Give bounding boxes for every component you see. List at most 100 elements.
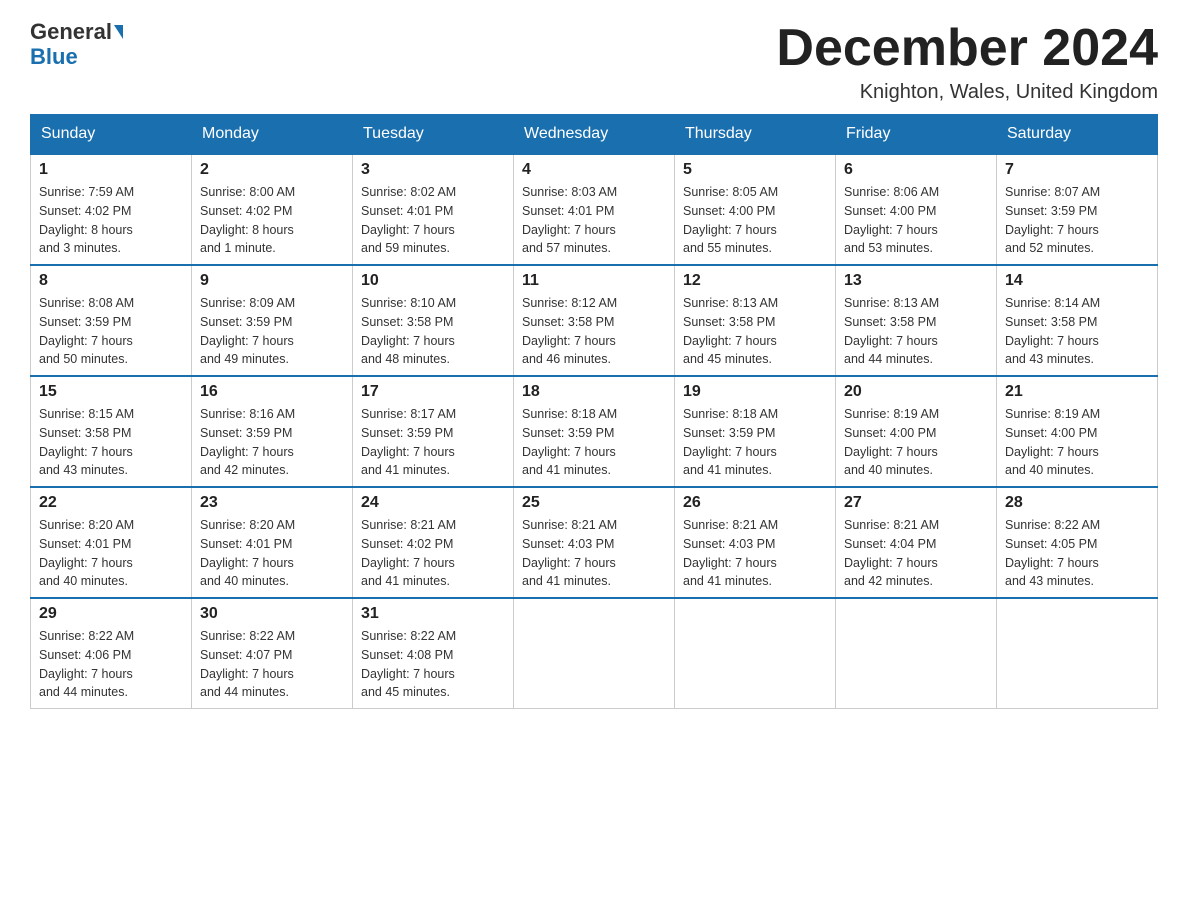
calendar-cell: 31 Sunrise: 8:22 AMSunset: 4:08 PMDaylig… — [353, 598, 514, 709]
day-info: Sunrise: 8:22 AMSunset: 4:08 PMDaylight:… — [361, 627, 505, 702]
day-number: 10 — [361, 272, 505, 290]
day-info: Sunrise: 8:21 AMSunset: 4:04 PMDaylight:… — [844, 516, 988, 591]
calendar-cell: 23 Sunrise: 8:20 AMSunset: 4:01 PMDaylig… — [192, 487, 353, 598]
calendar-cell: 1 Sunrise: 7:59 AMSunset: 4:02 PMDayligh… — [31, 154, 192, 265]
calendar-cell: 27 Sunrise: 8:21 AMSunset: 4:04 PMDaylig… — [836, 487, 997, 598]
day-info: Sunrise: 8:00 AMSunset: 4:02 PMDaylight:… — [200, 183, 344, 258]
calendar-cell: 21 Sunrise: 8:19 AMSunset: 4:00 PMDaylig… — [997, 376, 1158, 487]
calendar-cell: 18 Sunrise: 8:18 AMSunset: 3:59 PMDaylig… — [514, 376, 675, 487]
calendar-cell — [514, 598, 675, 709]
day-info: Sunrise: 8:07 AMSunset: 3:59 PMDaylight:… — [1005, 183, 1149, 258]
calendar-cell: 28 Sunrise: 8:22 AMSunset: 4:05 PMDaylig… — [997, 487, 1158, 598]
day-number: 20 — [844, 383, 988, 401]
calendar-cell: 16 Sunrise: 8:16 AMSunset: 3:59 PMDaylig… — [192, 376, 353, 487]
day-info: Sunrise: 8:21 AMSunset: 4:03 PMDaylight:… — [522, 516, 666, 591]
day-info: Sunrise: 8:02 AMSunset: 4:01 PMDaylight:… — [361, 183, 505, 258]
calendar-cell: 9 Sunrise: 8:09 AMSunset: 3:59 PMDayligh… — [192, 265, 353, 376]
day-info: Sunrise: 8:22 AMSunset: 4:06 PMDaylight:… — [39, 627, 183, 702]
day-number: 12 — [683, 272, 827, 290]
day-info: Sunrise: 8:21 AMSunset: 4:02 PMDaylight:… — [361, 516, 505, 591]
header-wednesday: Wednesday — [514, 115, 675, 155]
day-number: 15 — [39, 383, 183, 401]
logo: General Blue — [30, 20, 123, 70]
day-number: 7 — [1005, 161, 1149, 179]
calendar-cell: 15 Sunrise: 8:15 AMSunset: 3:58 PMDaylig… — [31, 376, 192, 487]
calendar-cell: 29 Sunrise: 8:22 AMSunset: 4:06 PMDaylig… — [31, 598, 192, 709]
day-info: Sunrise: 8:22 AMSunset: 4:05 PMDaylight:… — [1005, 516, 1149, 591]
day-number: 1 — [39, 161, 183, 179]
calendar-cell: 11 Sunrise: 8:12 AMSunset: 3:58 PMDaylig… — [514, 265, 675, 376]
calendar-cell: 26 Sunrise: 8:21 AMSunset: 4:03 PMDaylig… — [675, 487, 836, 598]
calendar-cell: 30 Sunrise: 8:22 AMSunset: 4:07 PMDaylig… — [192, 598, 353, 709]
calendar-cell: 6 Sunrise: 8:06 AMSunset: 4:00 PMDayligh… — [836, 154, 997, 265]
calendar-cell: 10 Sunrise: 8:10 AMSunset: 3:58 PMDaylig… — [353, 265, 514, 376]
day-number: 26 — [683, 494, 827, 512]
calendar-cell: 5 Sunrise: 8:05 AMSunset: 4:00 PMDayligh… — [675, 154, 836, 265]
calendar-cell: 20 Sunrise: 8:19 AMSunset: 4:00 PMDaylig… — [836, 376, 997, 487]
day-number: 27 — [844, 494, 988, 512]
day-info: Sunrise: 8:09 AMSunset: 3:59 PMDaylight:… — [200, 294, 344, 369]
day-number: 2 — [200, 161, 344, 179]
header-monday: Monday — [192, 115, 353, 155]
logo-triangle-icon — [114, 25, 123, 39]
calendar-cell: 4 Sunrise: 8:03 AMSunset: 4:01 PMDayligh… — [514, 154, 675, 265]
calendar-cell: 24 Sunrise: 8:21 AMSunset: 4:02 PMDaylig… — [353, 487, 514, 598]
day-info: Sunrise: 8:10 AMSunset: 3:58 PMDaylight:… — [361, 294, 505, 369]
day-number: 9 — [200, 272, 344, 290]
day-number: 31 — [361, 605, 505, 623]
day-info: Sunrise: 8:12 AMSunset: 3:58 PMDaylight:… — [522, 294, 666, 369]
day-info: Sunrise: 8:22 AMSunset: 4:07 PMDaylight:… — [200, 627, 344, 702]
title-block: December 2024 Knighton, Wales, United Ki… — [776, 20, 1158, 104]
calendar-cell: 25 Sunrise: 8:21 AMSunset: 4:03 PMDaylig… — [514, 487, 675, 598]
day-number: 11 — [522, 272, 666, 290]
day-number: 24 — [361, 494, 505, 512]
day-info: Sunrise: 8:13 AMSunset: 3:58 PMDaylight:… — [844, 294, 988, 369]
week-row-1: 1 Sunrise: 7:59 AMSunset: 4:02 PMDayligh… — [31, 154, 1158, 265]
day-info: Sunrise: 8:06 AMSunset: 4:00 PMDaylight:… — [844, 183, 988, 258]
calendar-cell: 12 Sunrise: 8:13 AMSunset: 3:58 PMDaylig… — [675, 265, 836, 376]
day-info: Sunrise: 8:21 AMSunset: 4:03 PMDaylight:… — [683, 516, 827, 591]
day-number: 5 — [683, 161, 827, 179]
day-number: 18 — [522, 383, 666, 401]
day-number: 23 — [200, 494, 344, 512]
week-row-3: 15 Sunrise: 8:15 AMSunset: 3:58 PMDaylig… — [31, 376, 1158, 487]
day-number: 14 — [1005, 272, 1149, 290]
calendar-cell: 8 Sunrise: 8:08 AMSunset: 3:59 PMDayligh… — [31, 265, 192, 376]
calendar-cell: 19 Sunrise: 8:18 AMSunset: 3:59 PMDaylig… — [675, 376, 836, 487]
day-number: 28 — [1005, 494, 1149, 512]
day-info: Sunrise: 8:14 AMSunset: 3:58 PMDaylight:… — [1005, 294, 1149, 369]
calendar-cell: 3 Sunrise: 8:02 AMSunset: 4:01 PMDayligh… — [353, 154, 514, 265]
day-info: Sunrise: 8:19 AMSunset: 4:00 PMDaylight:… — [844, 405, 988, 480]
day-number: 17 — [361, 383, 505, 401]
day-info: Sunrise: 8:18 AMSunset: 3:59 PMDaylight:… — [683, 405, 827, 480]
calendar-cell — [675, 598, 836, 709]
header-saturday: Saturday — [997, 115, 1158, 155]
logo-blue: Blue — [30, 44, 78, 70]
day-number: 22 — [39, 494, 183, 512]
day-number: 21 — [1005, 383, 1149, 401]
month-title: December 2024 — [776, 20, 1158, 77]
day-info: Sunrise: 8:16 AMSunset: 3:59 PMDaylight:… — [200, 405, 344, 480]
day-number: 3 — [361, 161, 505, 179]
day-info: Sunrise: 8:20 AMSunset: 4:01 PMDaylight:… — [39, 516, 183, 591]
day-info: Sunrise: 8:18 AMSunset: 3:59 PMDaylight:… — [522, 405, 666, 480]
day-info: Sunrise: 8:08 AMSunset: 3:59 PMDaylight:… — [39, 294, 183, 369]
header-sunday: Sunday — [31, 115, 192, 155]
calendar-cell — [997, 598, 1158, 709]
header-friday: Friday — [836, 115, 997, 155]
calendar-cell: 14 Sunrise: 8:14 AMSunset: 3:58 PMDaylig… — [997, 265, 1158, 376]
calendar-cell — [836, 598, 997, 709]
day-number: 13 — [844, 272, 988, 290]
day-info: Sunrise: 7:59 AMSunset: 4:02 PMDaylight:… — [39, 183, 183, 258]
week-row-4: 22 Sunrise: 8:20 AMSunset: 4:01 PMDaylig… — [31, 487, 1158, 598]
calendar-cell: 13 Sunrise: 8:13 AMSunset: 3:58 PMDaylig… — [836, 265, 997, 376]
page-header: General Blue December 2024 Knighton, Wal… — [30, 20, 1158, 104]
day-number: 30 — [200, 605, 344, 623]
day-info: Sunrise: 8:19 AMSunset: 4:00 PMDaylight:… — [1005, 405, 1149, 480]
day-info: Sunrise: 8:03 AMSunset: 4:01 PMDaylight:… — [522, 183, 666, 258]
calendar-table: SundayMondayTuesdayWednesdayThursdayFrid… — [30, 114, 1158, 709]
day-number: 19 — [683, 383, 827, 401]
day-info: Sunrise: 8:13 AMSunset: 3:58 PMDaylight:… — [683, 294, 827, 369]
logo-general: General — [30, 20, 112, 44]
calendar-header-row: SundayMondayTuesdayWednesdayThursdayFrid… — [31, 115, 1158, 155]
